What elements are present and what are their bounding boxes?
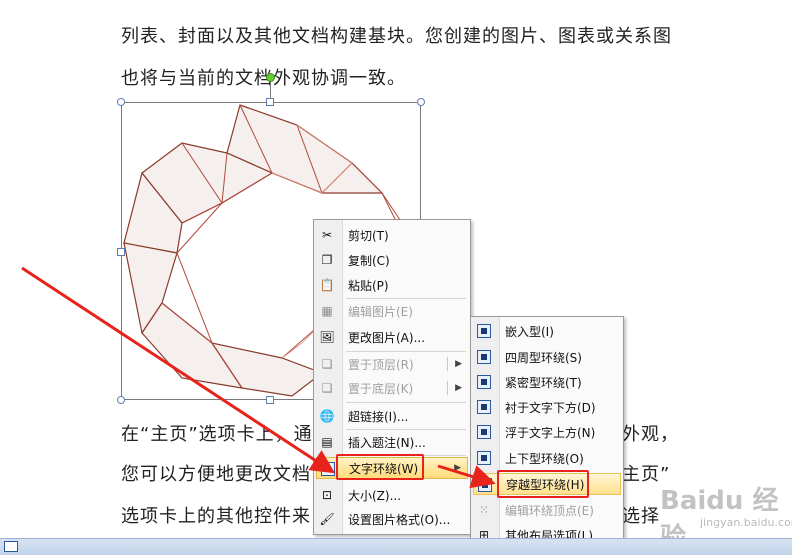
submenu-item-tight[interactable]: 紧密型环绕(T): [473, 371, 621, 393]
bring-front-icon: ❏: [321, 357, 333, 371]
submenu-item-square[interactable]: 四周型环绕(S): [473, 346, 621, 368]
menu-separator: [346, 351, 466, 352]
tight-wrap-icon: [476, 374, 492, 390]
doc-line-3-right: 外观，: [622, 424, 679, 445]
top-bottom-wrap-icon: [476, 450, 492, 466]
status-bar: [0, 538, 792, 555]
resize-handle-left[interactable]: [117, 248, 125, 256]
context-menu: ✂ 剪切(T) ❐ 复制(C) 📋 粘贴(P) ▦ 编辑图片(E) 🖼 更改图片…: [313, 219, 471, 535]
submenu-split: [447, 381, 448, 395]
text-wrap-submenu: 嵌入型(I) 四周型环绕(S) 紧密型环绕(T) 衬于文字下方(D) 浮于文字上…: [470, 316, 624, 550]
front-text-icon: [476, 424, 492, 440]
resize-handle-top[interactable]: [266, 98, 274, 106]
send-back-icon: ❏: [321, 381, 333, 395]
text-wrap-icon: [320, 461, 336, 477]
submenu-split: [447, 357, 448, 371]
menu-separator: [346, 298, 466, 299]
edit-picture-icon: ▦: [321, 304, 333, 318]
hyperlink-icon: 🌐: [319, 409, 335, 423]
submenu-item-behind-text[interactable]: 衬于文字下方(D): [473, 396, 621, 418]
submenu-item-edit-wrap-points: ⁙ 编辑环绕顶点(E): [473, 499, 621, 521]
menu-item-format-picture[interactable]: 🖌 设置图片格式(O)...: [316, 508, 468, 530]
doc-line-5-right: 选择: [622, 506, 660, 527]
baidu-watermark-url: jingyan.baidu.com: [700, 516, 792, 529]
menu-item-cut[interactable]: ✂ 剪切(T): [316, 224, 468, 246]
square-wrap-icon: [476, 349, 492, 365]
submenu-item-top-bottom[interactable]: 上下型环绕(O): [473, 447, 621, 469]
doc-line-2: 也将与当前的文档外观协调一致。: [121, 68, 406, 89]
menu-item-change-picture[interactable]: 🖼 更改图片(A)...: [316, 326, 468, 348]
highlight-box-text-wrap: [336, 454, 424, 480]
inline-wrap-icon: [476, 323, 492, 339]
doc-line-1: 列表、封面以及其他文档构建基块。您创建的图片、图表或关系图: [121, 26, 672, 47]
doc-line-3: 在“主页”选项卡上，通过: [121, 424, 332, 445]
resize-handle-top-right[interactable]: [417, 98, 425, 106]
copy-icon: ❐: [321, 253, 333, 267]
submenu-arrow-icon: ▶: [454, 463, 461, 473]
submenu-item-inline[interactable]: 嵌入型(I): [473, 320, 621, 342]
doc-line-5: 选项卡上的其他控件来: [121, 506, 311, 527]
menu-item-size[interactable]: ⊡ 大小(Z)...: [316, 484, 468, 506]
submenu-arrow-icon: ▶: [455, 359, 462, 369]
doc-line-4: 您可以方便地更改文档: [121, 464, 311, 485]
highlight-box-through-wrap: [497, 470, 589, 498]
menu-item-paste[interactable]: 📋 粘贴(P): [316, 274, 468, 296]
edit-wrap-points-icon: ⁙: [478, 503, 490, 517]
resize-handle-bottom-left[interactable]: [117, 396, 125, 404]
menu-item-send-to-back: ❏ 置于底层(K) ▶: [316, 377, 468, 399]
document-view-icon[interactable]: [4, 541, 18, 552]
change-picture-icon: 🖼: [319, 330, 335, 344]
scissors-icon: ✂: [321, 228, 333, 242]
paste-icon: 📋: [319, 278, 335, 292]
resize-handle-top-left[interactable]: [117, 98, 125, 106]
menu-separator: [346, 429, 466, 430]
menu-item-bring-to-front: ❏ 置于顶层(R) ▶: [316, 353, 468, 375]
submenu-item-front-text[interactable]: 浮于文字上方(N): [473, 421, 621, 443]
caption-icon: ▤: [321, 435, 333, 449]
menu-item-edit-picture: ▦ 编辑图片(E): [316, 300, 468, 322]
behind-text-icon: [476, 399, 492, 415]
through-wrap-icon: [477, 477, 493, 493]
menu-separator: [346, 402, 466, 403]
format-picture-icon: 🖌: [319, 512, 335, 526]
menu-item-copy[interactable]: ❐ 复制(C): [316, 249, 468, 271]
menu-item-hyperlink[interactable]: 🌐 超链接(I)...: [316, 405, 468, 427]
rotate-handle[interactable]: [266, 73, 275, 82]
submenu-arrow-icon: ▶: [455, 383, 462, 393]
size-icon: ⊡: [321, 488, 333, 502]
menu-item-insert-caption[interactable]: ▤ 插入题注(N)...: [316, 431, 468, 453]
resize-handle-bottom[interactable]: [266, 396, 274, 404]
